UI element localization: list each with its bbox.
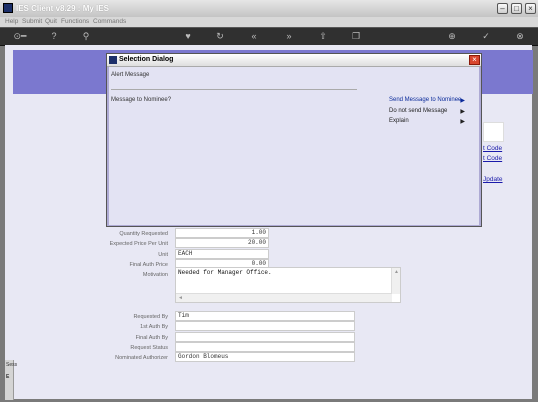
app-icon: [3, 3, 13, 13]
option-do-not-send[interactable]: Do not send Message ▶: [389, 108, 469, 117]
link-code-1[interactable]: t Code: [483, 145, 502, 152]
alert-header: Alert Message: [111, 72, 150, 78]
dialog-title: Selection Dialog: [119, 56, 174, 63]
chevron-right-icon: ▶: [460, 98, 465, 104]
requested-by-label: Requested By: [133, 314, 168, 320]
back-icon[interactable]: «: [249, 31, 259, 41]
price-label: Expected Price Per Unit: [109, 241, 168, 247]
option-explain-label: Explain: [389, 118, 409, 124]
help-icon[interactable]: ?: [49, 31, 59, 41]
dialog-body: Alert Message Message to Nominee? Send M…: [109, 67, 479, 225]
maximize-button[interactable]: □: [511, 3, 522, 14]
motivation-text: Needed for Manager Office.: [178, 269, 272, 276]
link-code-2[interactable]: t Code: [483, 155, 502, 162]
heart-icon[interactable]: ♥: [183, 31, 193, 41]
nominated-label: Nominated Authorizer: [115, 355, 168, 361]
chevron-right-icon: ▶: [460, 119, 465, 125]
final-auth-label: Final Auth By: [135, 335, 168, 341]
copy-icon[interactable]: ❐: [351, 31, 361, 41]
requested-by-field[interactable]: Tim: [175, 311, 355, 321]
menu-quit[interactable]: Quit: [45, 18, 57, 25]
status-field[interactable]: [175, 342, 355, 352]
unit-field[interactable]: EACH: [175, 249, 269, 259]
nominated-field[interactable]: Gordon Blomeus: [175, 352, 355, 362]
option-send-message[interactable]: Send Message to Nominee ▶: [389, 97, 469, 106]
left-strip-icon: E: [6, 374, 10, 380]
unit-label: Unit: [158, 252, 168, 258]
menu-help[interactable]: Help: [5, 18, 18, 25]
menu-functions[interactable]: Functions: [61, 18, 89, 25]
status-label: Request Status: [130, 345, 168, 351]
menu-commands[interactable]: Commands: [93, 18, 126, 25]
close-icon[interactable]: ⊗: [515, 31, 525, 41]
horizontal-scrollbar[interactable]: ◄: [176, 293, 392, 302]
dialog-close-button[interactable]: ×: [469, 55, 480, 65]
scroll-up-icon[interactable]: ▲: [394, 269, 399, 275]
vertical-scrollbar[interactable]: ▲: [391, 268, 400, 294]
final-auth-field[interactable]: [175, 332, 355, 342]
dialog-question: Message to Nominee?: [111, 97, 172, 103]
first-auth-label: 1st Auth By: [140, 324, 168, 330]
final-price-label: Final Auth Price: [129, 262, 168, 268]
option-send-label: Send Message to Nominee: [389, 97, 462, 103]
toolbar: ⊙━ ? ⚲ ♥ ↻ « » ⇧ ❐ ⊕ ✓ ⊗: [0, 27, 538, 46]
menu-submit[interactable]: Submit: [22, 18, 42, 25]
add-icon[interactable]: ⊕: [447, 31, 457, 41]
scroll-left-icon[interactable]: ◄: [178, 295, 183, 301]
left-strip: Sess E: [5, 360, 18, 400]
minimize-button[interactable]: –: [497, 3, 508, 14]
title-bar: IES Client v8.29 : My IES – □ ×: [0, 0, 538, 17]
price-field[interactable]: 20.00: [175, 238, 269, 248]
forward-icon[interactable]: »: [284, 31, 294, 41]
check-icon[interactable]: ✓: [481, 31, 491, 41]
motivation-label: Motivation: [142, 272, 168, 278]
dialog-title-bar: Selection Dialog ×: [107, 54, 481, 67]
option-do-not-send-label: Do not send Message: [389, 108, 448, 114]
refresh-icon[interactable]: ↻: [215, 31, 225, 41]
side-field[interactable]: [483, 122, 504, 142]
first-auth-field[interactable]: [175, 321, 355, 331]
menu-bar: Help Submit Quit Functions Commands: [0, 17, 538, 27]
quantity-label: Quantity Requested: [119, 231, 168, 237]
motivation-field[interactable]: Needed for Manager Office. ◄ ▲: [175, 267, 401, 303]
key-icon[interactable]: ⊙━: [10, 31, 30, 41]
dialog-separator: [111, 89, 357, 90]
chevron-right-icon: ▶: [460, 109, 465, 115]
search-icon[interactable]: ⚲: [81, 31, 91, 41]
quantity-field[interactable]: 1.00: [175, 228, 269, 238]
selection-dialog: Selection Dialog × Alert Message Message…: [106, 53, 482, 227]
dialog-app-icon: [109, 56, 117, 64]
window-title: IES Client v8.29 : My IES: [16, 4, 109, 13]
link-update[interactable]: Jpdate: [483, 176, 503, 183]
left-strip-text: Sess: [6, 362, 18, 368]
close-window-button[interactable]: ×: [525, 3, 536, 14]
export-icon[interactable]: ⇧: [318, 31, 328, 41]
option-explain[interactable]: Explain ▶: [389, 118, 469, 127]
